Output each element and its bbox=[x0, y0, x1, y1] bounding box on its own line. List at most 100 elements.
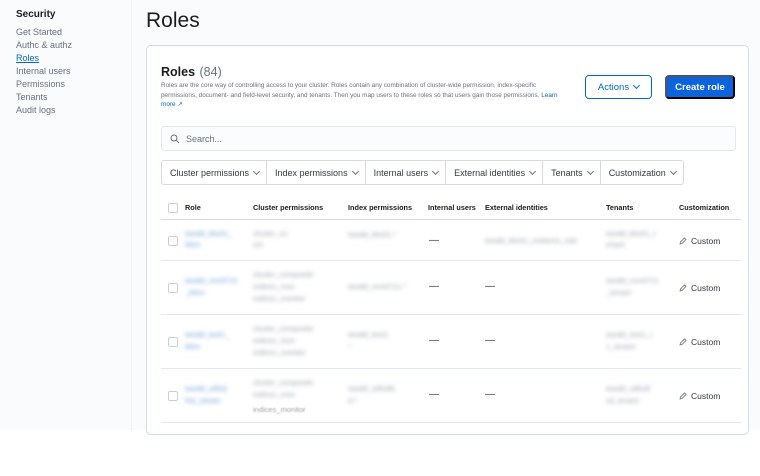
filter-external-identities[interactable]: External identities bbox=[446, 161, 544, 184]
filter-label: Customization bbox=[608, 167, 666, 178]
filter-cluster-permissions[interactable]: Cluster permissions bbox=[162, 161, 268, 184]
tenant-value: sd_tenant bbox=[606, 396, 639, 405]
sidebar-title: Security bbox=[16, 9, 56, 20]
description-text: Roles are the core way of controlling ac… bbox=[161, 82, 540, 99]
index-permission: * bbox=[348, 342, 351, 351]
security-sidebar: Security Get Started Authc & authz Roles… bbox=[0, 0, 132, 430]
tenant-value: twsdd_kks01_t bbox=[606, 229, 656, 238]
role-name-link[interactable]: kikm bbox=[185, 342, 200, 351]
external-identities-value: — bbox=[485, 281, 495, 292]
sidebar-item-get-started[interactable]: Get Started bbox=[16, 26, 131, 39]
filter-label: External identities bbox=[454, 167, 526, 178]
customization-value: Custom bbox=[679, 236, 720, 246]
search-bar[interactable] bbox=[161, 126, 736, 151]
select-all-checkbox[interactable] bbox=[168, 203, 178, 213]
index-permission: twsdd_test1. bbox=[348, 330, 391, 339]
tenant-value: enant bbox=[606, 240, 625, 249]
chevron-down-icon bbox=[529, 167, 537, 175]
cluster-permission: nm bbox=[253, 240, 264, 249]
table-header: Role Cluster permissions Index permissio… bbox=[161, 198, 741, 220]
col-index-permissions[interactable]: Index permissions bbox=[348, 203, 412, 212]
sidebar-item-tenants[interactable]: Tenants bbox=[16, 91, 131, 104]
row-checkbox[interactable] bbox=[168, 283, 178, 293]
index-permission: twsdd_kks01.* bbox=[348, 230, 397, 239]
create-role-button[interactable]: Create role bbox=[665, 75, 735, 99]
row-checkbox[interactable] bbox=[168, 391, 178, 401]
pencil-icon bbox=[679, 284, 687, 292]
internal-users-value: — bbox=[429, 235, 439, 246]
tenant-value: _tenant bbox=[606, 288, 632, 297]
cluster-permission: cluster_composite bbox=[253, 270, 314, 279]
internal-users-value: — bbox=[429, 389, 439, 400]
custom-label: Custom bbox=[691, 283, 721, 293]
table-row: twsdd_mm0721 _kikm cluster_composite ind… bbox=[161, 261, 741, 315]
filter-bar: Cluster permissions Index permissions In… bbox=[161, 160, 684, 185]
custom-label: Custom bbox=[691, 337, 721, 347]
col-customization[interactable]: Customization bbox=[679, 203, 729, 212]
panel-header: Roles (84) bbox=[161, 63, 222, 81]
role-name-link[interactable]: twsdd_sdfsd bbox=[185, 384, 227, 393]
filter-label: Index permissions bbox=[275, 167, 348, 178]
tenant-value: twsdd_sdfsdf bbox=[606, 384, 650, 393]
role-name-link[interactable]: twsdd_mm0721 bbox=[185, 276, 238, 285]
cluster-permission: indices_monitor bbox=[253, 405, 306, 414]
pencil-icon bbox=[679, 237, 687, 245]
chevron-down-icon bbox=[351, 167, 359, 175]
cluster-permission: indices_mon bbox=[253, 390, 296, 399]
panel-description: Roles are the core way of controlling ac… bbox=[161, 81, 571, 110]
col-tenants[interactable]: Tenants bbox=[606, 203, 633, 212]
custom-label: Custom bbox=[691, 391, 721, 401]
role-name-link[interactable]: _kikm bbox=[185, 288, 205, 297]
sidebar-item-authc-authz[interactable]: Authc & authz bbox=[16, 39, 131, 52]
main-content: Roles Roles (84) Roles are the core way … bbox=[132, 0, 760, 435]
cluster-permission: indices_monitor bbox=[253, 348, 306, 357]
chevron-down-icon bbox=[252, 167, 261, 175]
role-name-link[interactable]: kikm bbox=[185, 240, 200, 249]
chevron-down-icon bbox=[432, 167, 440, 175]
col-cluster-permissions[interactable]: Cluster permissions bbox=[253, 203, 323, 212]
sidebar-item-audit-logs[interactable]: Audit logs bbox=[16, 104, 131, 117]
customization-value: Custom bbox=[679, 283, 720, 293]
page-title: Roles bbox=[146, 9, 200, 32]
pencil-icon bbox=[679, 338, 687, 346]
cluster-permission: cluster_co bbox=[253, 229, 288, 238]
table-row: twsdd_sdfsd fsd_viewer cluster_composite… bbox=[161, 369, 741, 423]
panel-heading: Roles bbox=[161, 65, 196, 79]
filter-customization[interactable]: Customization bbox=[601, 161, 683, 184]
filter-tenants[interactable]: Tenants bbox=[543, 161, 601, 184]
roles-panel: Roles (84) Roles are the core way of con… bbox=[146, 45, 749, 435]
filter-internal-users[interactable]: Internal users bbox=[366, 161, 447, 184]
external-link-icon: ↗ bbox=[177, 101, 183, 108]
table-row: twsdd_kks01_ kikm cluster_co nm twsdd_kk… bbox=[161, 220, 741, 261]
index-permission: twsdd_sdfsdfs bbox=[348, 384, 396, 393]
col-role[interactable]: Role bbox=[185, 203, 201, 212]
tenant-value: twsdd_mm0721 bbox=[606, 276, 659, 285]
actions-button[interactable]: Actions bbox=[585, 75, 652, 99]
cluster-permission: indices_mon bbox=[253, 336, 296, 345]
roles-count: (84) bbox=[199, 65, 222, 79]
index-permission: twsdd_mm0721.* bbox=[348, 282, 406, 291]
sidebar-item-permissions[interactable]: Permissions bbox=[16, 78, 131, 91]
chevron-down-icon bbox=[669, 167, 677, 175]
role-name-link[interactable]: twsdd_kks01_ bbox=[185, 229, 233, 238]
col-internal-users[interactable]: Internal users bbox=[428, 203, 476, 212]
row-checkbox[interactable] bbox=[168, 337, 178, 347]
tenant-value: twsdd_test1_t bbox=[606, 330, 653, 339]
role-name-link[interactable]: fsd_viewer bbox=[185, 396, 221, 405]
search-input[interactable] bbox=[186, 133, 706, 144]
customization-value: Custom bbox=[679, 337, 720, 347]
filter-index-permissions[interactable]: Index permissions bbox=[267, 161, 366, 184]
internal-users-value: — bbox=[429, 281, 439, 292]
chevron-down-icon bbox=[633, 81, 641, 90]
filter-label: Internal users bbox=[373, 167, 429, 178]
filter-label: Cluster permissions bbox=[170, 167, 250, 178]
col-external-identities[interactable]: External identities bbox=[485, 203, 548, 212]
sidebar-item-roles[interactable]: Roles bbox=[16, 52, 131, 65]
external-identities-value: — bbox=[485, 335, 495, 346]
index-permission: d.* bbox=[348, 396, 358, 405]
role-name-link[interactable]: twsdd_test1_ bbox=[185, 330, 229, 339]
row-checkbox[interactable] bbox=[168, 236, 178, 246]
pencil-icon bbox=[679, 392, 687, 400]
sidebar-item-internal-users[interactable]: Internal users bbox=[16, 65, 131, 78]
external-identities-value: — bbox=[485, 389, 495, 400]
